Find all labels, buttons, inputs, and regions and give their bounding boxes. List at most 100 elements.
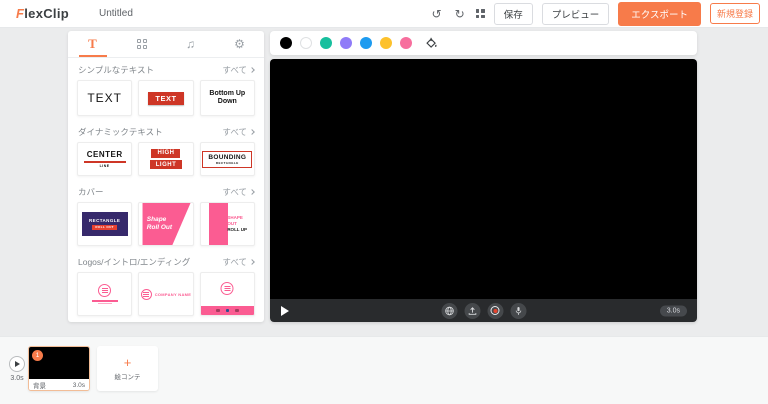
tab-elements[interactable] xyxy=(117,31,166,57)
color-swatch-3[interactable] xyxy=(340,37,352,49)
sidebar-tabs: T ♫ ⚙ xyxy=(68,31,264,58)
logo-placeholder-icon xyxy=(141,289,152,300)
section-title: Logos/イントロ/エンディング xyxy=(78,256,190,268)
section-header-cover: カバー すべて xyxy=(68,180,264,202)
timeline-clip-background[interactable]: 1 背景 3.0s xyxy=(28,346,90,391)
see-all-link[interactable]: すべて xyxy=(222,126,254,138)
project-title[interactable]: Untitled xyxy=(99,8,133,19)
section-title: ダイナミックテキスト xyxy=(78,126,163,138)
simple-text-cards: TEXT TEXT Bottom Up Down xyxy=(68,80,264,116)
color-swatch-0[interactable] xyxy=(280,37,292,49)
gear-icon: ⚙ xyxy=(234,37,245,51)
template-bounding-rectangle[interactable]: BOUNDING RECTANGLE xyxy=(200,142,255,176)
see-all-label: すべて xyxy=(222,186,247,198)
pink-underline-thin xyxy=(98,303,112,304)
translate-globe-button[interactable] xyxy=(441,303,457,319)
template-logo-company-name[interactable]: COMPANY NAME xyxy=(138,272,193,316)
play-triangle-icon xyxy=(15,361,20,367)
template-shape-rollout[interactable]: Shape Roll Out xyxy=(138,202,193,246)
template-center-line[interactable]: CENTER LINE xyxy=(77,142,132,176)
section-header-dynamic-text: ダイナミックテキスト すべて xyxy=(68,120,264,142)
color-swatch-4[interactable] xyxy=(360,37,372,49)
clip-duration: 3.0s xyxy=(73,382,85,389)
template-label: HIGH LIGHT xyxy=(150,149,183,170)
logo-placeholder-icon xyxy=(221,282,234,295)
facebook-icon xyxy=(226,309,230,313)
background-color-toolbar xyxy=(270,31,697,55)
record-dot xyxy=(493,309,497,313)
logo-cards: COMPANY NAME xyxy=(68,272,264,316)
media-buttons xyxy=(441,303,526,319)
export-button[interactable]: エクスポート xyxy=(618,2,701,26)
template-label: TEXT xyxy=(87,91,122,105)
music-note-icon: ♫ xyxy=(186,37,195,51)
section-header-simple-text: シンプルなテキスト すべて xyxy=(68,58,264,80)
apps-grid-icon[interactable] xyxy=(476,9,485,18)
signup-button[interactable]: 新規登録 xyxy=(710,3,760,24)
template-label: SHAPE OUT ROLL UP xyxy=(227,215,247,233)
section-header-logos: Logos/イントロ/エンディング すべて xyxy=(68,250,264,272)
see-all-link[interactable]: すべて xyxy=(222,186,254,198)
template-logo-social-ending[interactable] xyxy=(200,272,255,316)
pink-underline xyxy=(92,300,118,302)
color-swatch-6[interactable] xyxy=(400,37,412,49)
play-button[interactable] xyxy=(281,306,289,316)
see-all-link[interactable]: すべて xyxy=(222,256,254,268)
red-underline xyxy=(84,161,126,163)
tab-music[interactable]: ♫ xyxy=(166,31,215,57)
template-red-text[interactable]: TEXT xyxy=(138,80,193,116)
logo-placeholder-icon xyxy=(98,284,111,297)
template-label: RECTANGLE ROLL OUT xyxy=(82,212,128,236)
save-button[interactable]: 保存 xyxy=(494,3,533,25)
chevron-right-icon xyxy=(249,189,255,195)
elements-icon xyxy=(137,39,147,49)
chevron-right-icon xyxy=(249,259,255,265)
undo-icon[interactable]: ↺ xyxy=(430,6,444,22)
section-title: カバー xyxy=(78,186,104,198)
template-rectangle-rollout[interactable]: RECTANGLE ROLL OUT xyxy=(77,202,132,246)
clip-name: 背景 xyxy=(33,380,46,390)
color-swatches xyxy=(280,37,412,49)
active-tab-underline xyxy=(79,55,107,57)
flexclip-logo[interactable]: FlexClip xyxy=(16,6,69,21)
fill-color-icon[interactable] xyxy=(425,37,438,50)
microphone-button[interactable] xyxy=(510,303,526,319)
text-tab-icon: T xyxy=(88,36,97,52)
tab-text[interactable]: T xyxy=(68,31,117,57)
color-swatch-1[interactable] xyxy=(300,37,312,49)
see-all-label: すべて xyxy=(222,256,247,268)
record-ring xyxy=(491,306,500,315)
color-swatch-5[interactable] xyxy=(380,37,392,49)
color-swatch-2[interactable] xyxy=(320,37,332,49)
template-shape-out-rollup[interactable]: SHAPE OUT ROLL UP xyxy=(200,202,255,246)
social-bar xyxy=(201,306,254,315)
timeline-play-button[interactable] xyxy=(9,356,25,372)
template-bottom-up-down[interactable]: Bottom Up Down xyxy=(200,80,255,116)
redo-icon[interactable]: ↻ xyxy=(453,6,467,22)
section-title: シンプルなテキスト xyxy=(78,64,154,76)
tab-settings[interactable]: ⚙ xyxy=(215,31,264,57)
logo-mark: F xyxy=(16,6,24,21)
template-label: TEXT xyxy=(148,92,183,105)
record-button[interactable] xyxy=(487,303,503,319)
template-plain-text[interactable]: TEXT xyxy=(77,80,132,116)
timeline-duration: 3.0s xyxy=(8,375,26,382)
dynamic-text-cards: CENTER LINE HIGH LIGHT BOUNDING RECTANGL… xyxy=(68,142,264,176)
preview-button[interactable]: プレビュー xyxy=(542,3,610,25)
plus-icon: + xyxy=(124,356,132,369)
top-bar: FlexClip Untitled ↺ ↻ 保存 プレビュー エクスポート 新規… xyxy=(0,0,768,28)
see-all-label: すべて xyxy=(222,64,247,76)
pink-bar xyxy=(209,203,228,245)
template-label: BOUNDING RECTANGLE xyxy=(202,151,252,168)
template-highlight[interactable]: HIGH LIGHT xyxy=(138,142,193,176)
add-storyboard-button[interactable]: + 絵コンテ xyxy=(97,346,158,391)
see-all-link[interactable]: すべて xyxy=(222,64,254,76)
video-canvas[interactable] xyxy=(270,59,697,299)
cover-cards: RECTANGLE ROLL OUT Shape Roll Out SHAPE … xyxy=(68,202,264,246)
video-preview: 3.0s xyxy=(270,59,697,322)
topbar-actions: ↺ ↻ 保存 プレビュー エクスポート 新規登録 xyxy=(430,2,760,26)
template-logo-underline[interactable] xyxy=(77,272,132,316)
duration-badge: 3.0s xyxy=(660,305,687,316)
template-label: COMPANY NAME xyxy=(155,292,192,297)
upload-button[interactable] xyxy=(464,303,480,319)
